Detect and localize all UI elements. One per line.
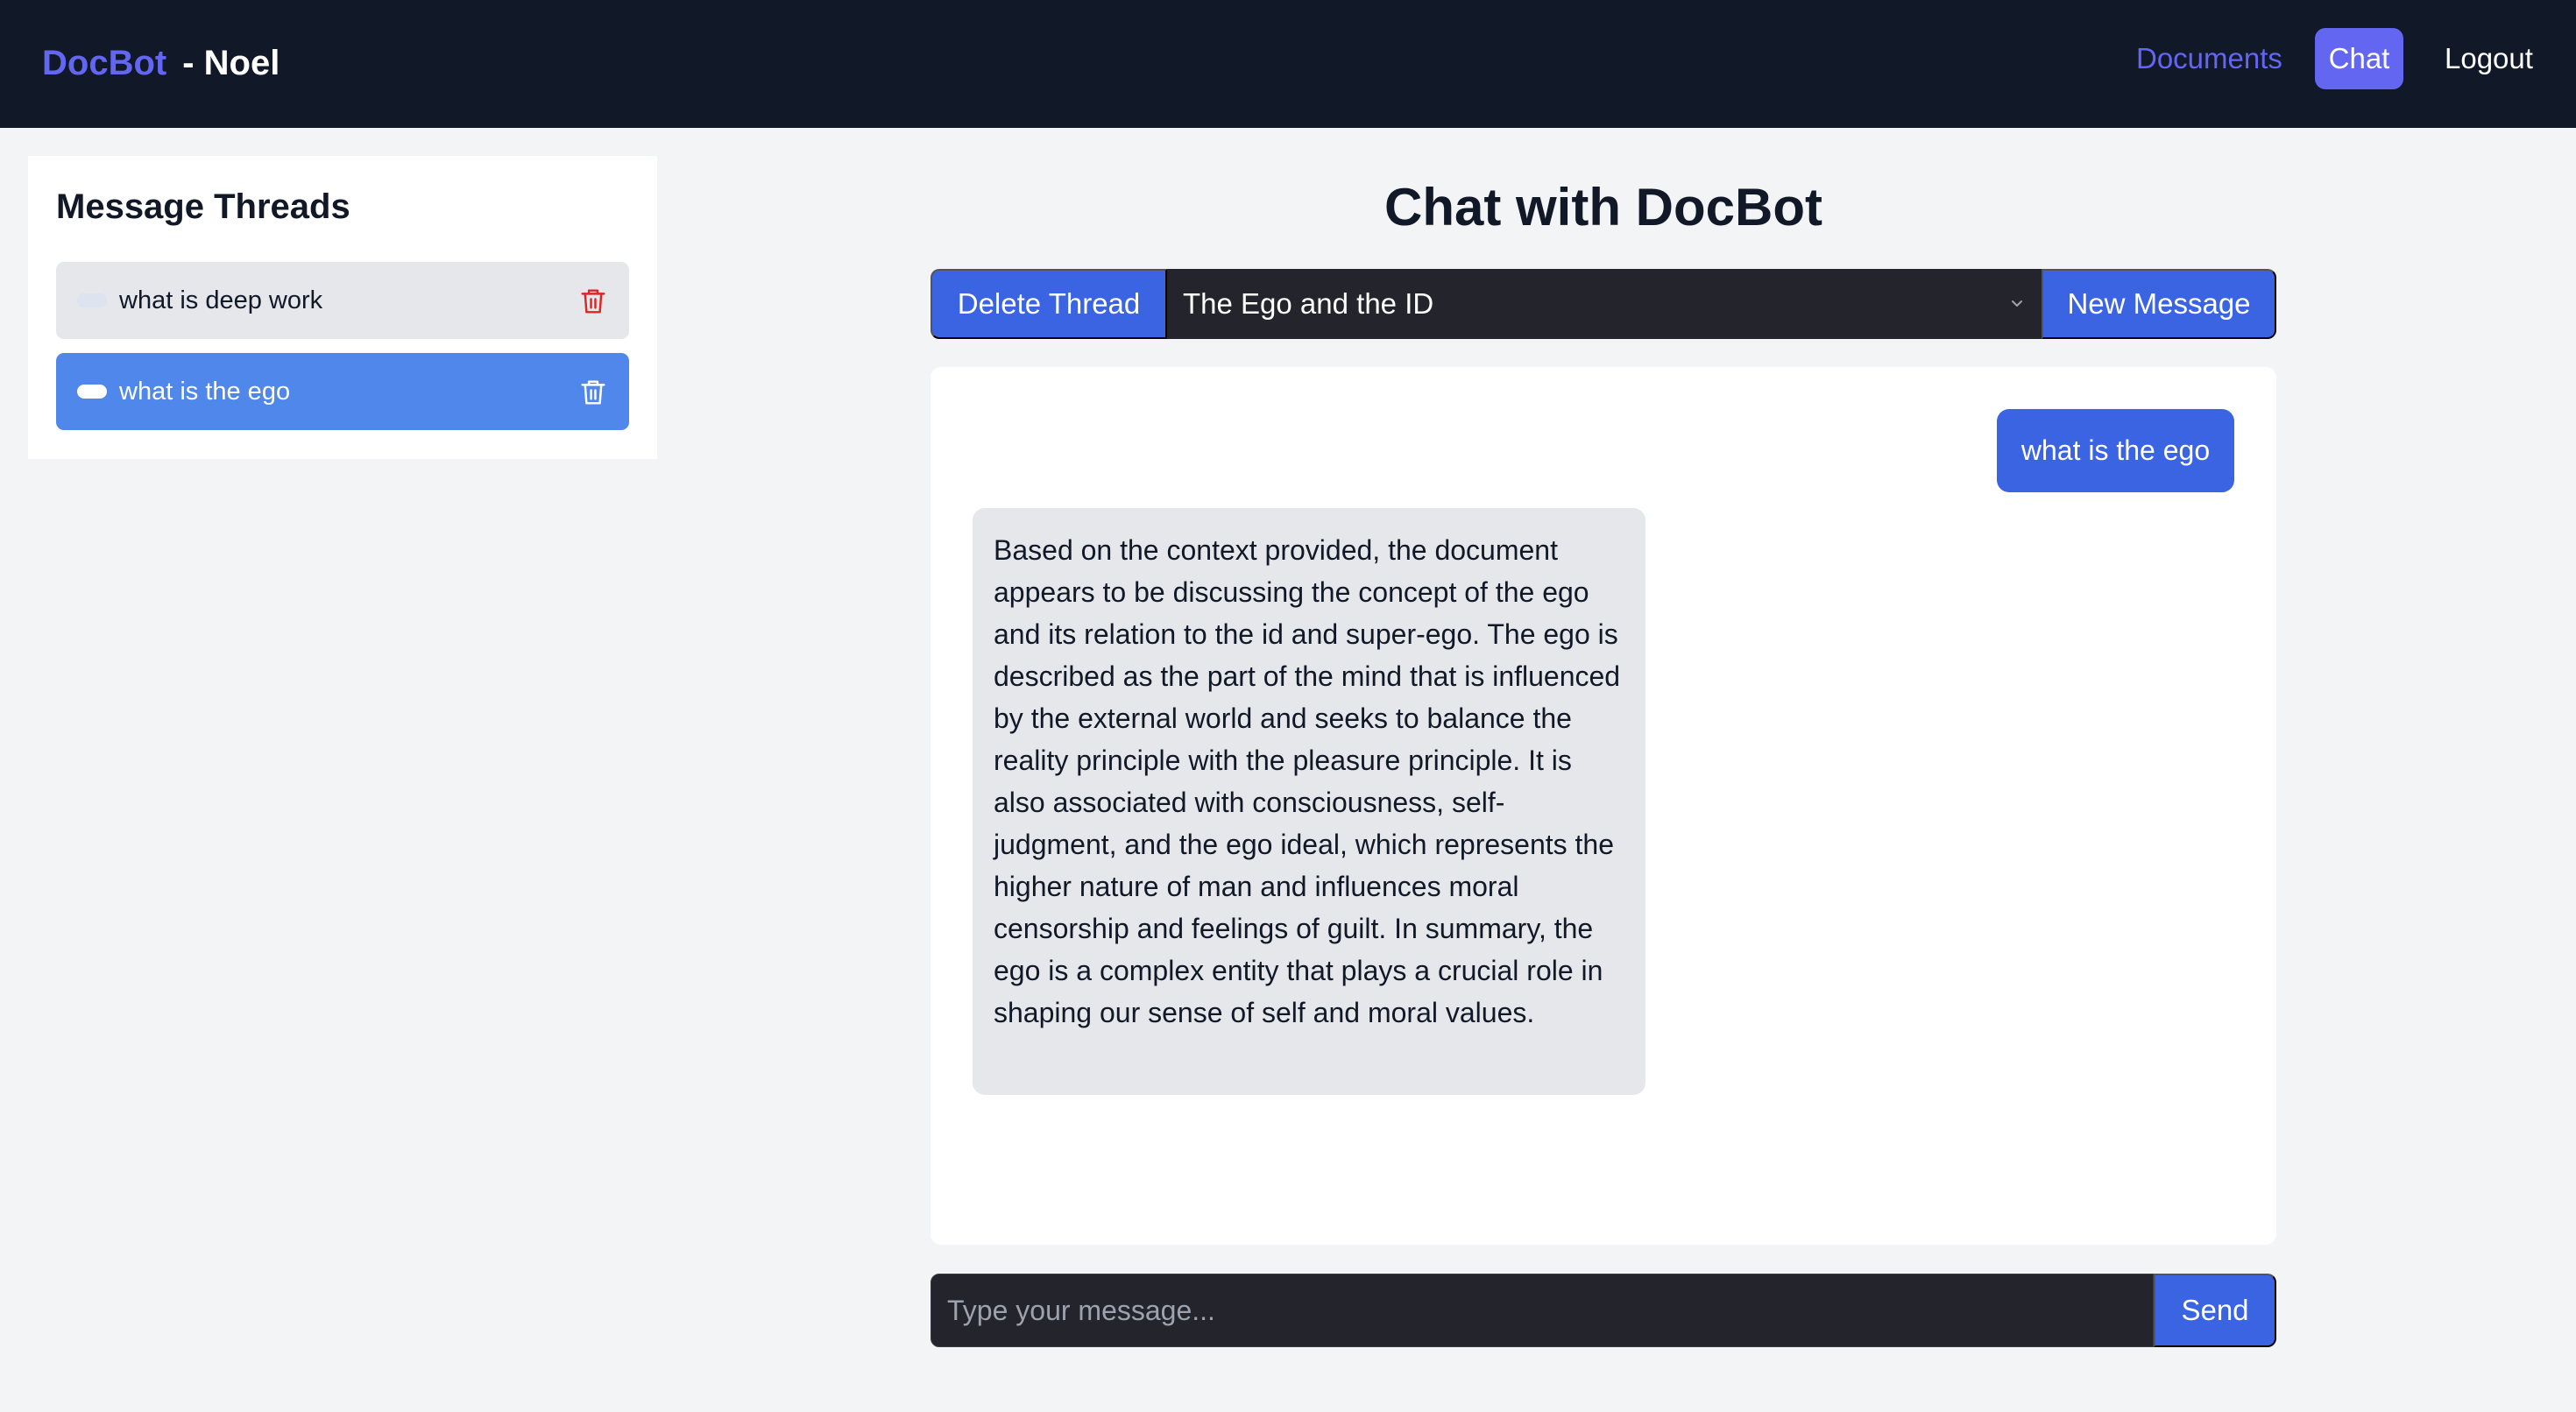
brand-name[interactable]: DocBot [42,44,166,83]
bot-message-bubble: Based on the context provided, the docum… [973,508,1645,1095]
new-message-button[interactable]: New Message [2042,269,2276,339]
message-input[interactable] [931,1274,2154,1347]
user-message-bubble: what is the ego [1997,409,2234,492]
thread-select[interactable]: The Ego and the ID [1167,269,2042,339]
logout-link[interactable]: Logout [2445,28,2533,89]
delete-thread-button[interactable]: Delete Thread [931,269,1167,339]
nav-chat-link[interactable]: Chat [2315,28,2403,89]
thread-item-active[interactable]: what is the ego [56,353,629,430]
trash-icon[interactable] [580,378,606,406]
current-user: - Noel [182,43,280,82]
chevron-down-icon [2012,300,2022,307]
navbar: DocBot - Noel Documents Chat Logout [0,0,2576,128]
send-button[interactable]: Send [2154,1274,2276,1347]
thread-toggle-icon [77,293,107,307]
thread-label: what is the ego [119,377,291,406]
message-threads-sidebar: Message Threads what is deep work what i… [28,156,657,459]
thread-select-value: The Ego and the ID [1183,287,1434,320]
sidebar-title: Message Threads [56,187,350,226]
thread-label: what is deep work [119,286,323,314]
thread-toggle-icon [77,385,107,399]
page-title: Chat with DocBot [1384,178,1822,237]
thread-item[interactable]: what is deep work [56,262,629,339]
nav-documents-link[interactable]: Documents [2136,28,2282,89]
trash-icon[interactable] [580,287,606,315]
brand: DocBot - Noel [42,39,280,88]
